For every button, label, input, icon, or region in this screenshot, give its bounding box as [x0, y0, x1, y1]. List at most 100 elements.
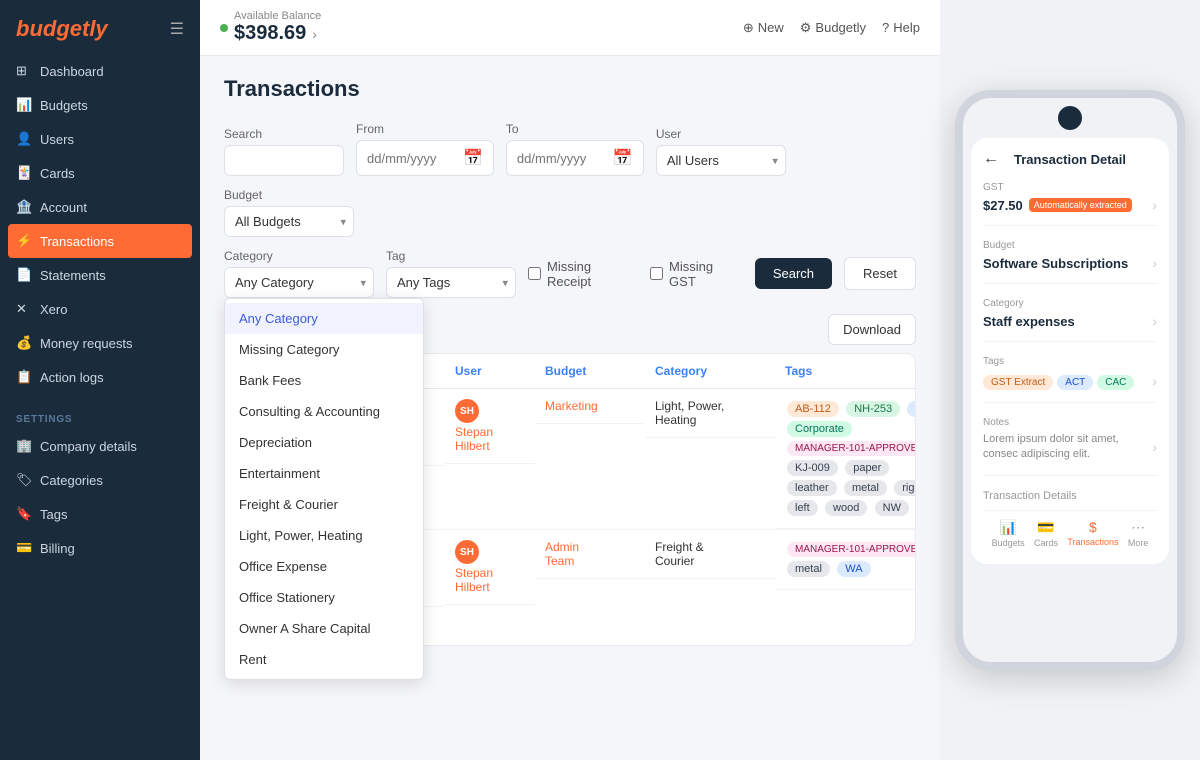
sidebar-item-tags[interactable]: 🔖 Tags — [0, 497, 200, 531]
help-button[interactable]: ? Help — [882, 20, 920, 35]
hamburger-icon[interactable]: ☰ — [170, 19, 184, 39]
topbar: Available Balance $398.69 › ⊕ New ⚙ Budg… — [200, 0, 940, 56]
phone-nav-budgets-icon: 📊 — [999, 519, 1016, 536]
phone-nav-budgets[interactable]: 📊 Budgets — [992, 519, 1025, 548]
phone-budget-field: Budget Software Subscriptions › — [983, 240, 1157, 284]
dropdown-item-missing[interactable]: Missing Category — [225, 334, 423, 365]
to-date-input[interactable] — [517, 151, 607, 166]
category-select[interactable]: Any Category — [224, 267, 374, 298]
filters-row-2: Category Any Category Any Category Missi… — [224, 249, 916, 298]
td-user-1: SH Stepan Hilbert — [445, 389, 535, 464]
phone-tag-gst-extract: GST Extract — [983, 375, 1053, 390]
tag-select[interactable]: Any Tags — [386, 267, 516, 298]
phone-notes-field: Notes Lorem ipsum dolor sit amet, consec… — [983, 417, 1157, 476]
phone-tag-act: ACT — [1057, 375, 1093, 390]
dropdown-item-office-stationery[interactable]: Office Stationery — [225, 582, 423, 613]
sidebar: budgetly ☰ ⊞ Dashboard 📊 Budgets 👤 Users… — [0, 0, 200, 760]
balance-section: Available Balance $398.69 › — [220, 10, 321, 45]
budget-label: Budget — [224, 188, 354, 202]
phone-budget-chevron[interactable]: › — [1152, 255, 1157, 271]
sidebar-item-budgets[interactable]: 📊 Budgets — [0, 88, 200, 122]
category-filter: Category Any Category Any Category Missi… — [224, 249, 374, 298]
dropdown-item-consulting[interactable]: Consulting & Accounting — [225, 396, 423, 427]
sidebar-settings-nav: 🏢 Company details 🏷 Categories 🔖 Tags 💳 … — [0, 429, 200, 565]
balance-status-dot — [220, 24, 228, 32]
missing-gst-checkbox[interactable] — [650, 267, 663, 280]
new-button[interactable]: ⊕ New — [743, 20, 784, 36]
budgetly-button[interactable]: ⚙ Budgetly — [800, 20, 866, 36]
dropdown-item-entertainment[interactable]: Entertainment — [225, 458, 423, 489]
action-logs-icon: 📋 — [16, 369, 32, 385]
phone-camera — [1058, 106, 1082, 130]
budget-select[interactable]: All Budgets — [224, 206, 354, 237]
from-label: From — [356, 122, 494, 136]
download-button[interactable]: Download — [828, 314, 916, 345]
phone-mockup: ← Transaction Detail GST $27.50 Automati… — [940, 0, 1200, 760]
sidebar-item-billing[interactable]: 💳 Billing — [0, 531, 200, 565]
budget-filter: Budget All Budgets — [224, 188, 354, 237]
sidebar-item-action-logs[interactable]: 📋 Action logs — [0, 360, 200, 394]
phone-nav-cards-icon: 💳 — [1037, 519, 1054, 536]
cards-icon: 🃏 — [16, 165, 32, 181]
search-input[interactable] — [224, 145, 344, 176]
dropdown-item-freight[interactable]: Freight & Courier — [225, 489, 423, 520]
page-title: Transactions — [224, 76, 916, 102]
phone-tags-chevron[interactable]: › — [1152, 373, 1157, 389]
phone-category-chevron[interactable]: › — [1152, 313, 1157, 329]
sidebar-nav: ⊞ Dashboard 📊 Budgets 👤 Users 🃏 Cards 🏦 … — [0, 54, 200, 394]
topbar-actions: ⊕ New ⚙ Budgetly ? Help — [743, 20, 920, 36]
category-label: Category — [224, 249, 374, 263]
sidebar-item-users[interactable]: 👤 Users — [0, 122, 200, 156]
phone-title: Transaction Detail — [1014, 152, 1126, 167]
dropdown-item-bank-fees[interactable]: Bank Fees — [225, 365, 423, 396]
phone-back-button[interactable]: ← — [983, 150, 999, 168]
td-budget-2: AdminTeam — [535, 530, 645, 579]
th-tags: Tags — [775, 354, 916, 388]
sidebar-item-xero[interactable]: ✕ Xero — [0, 292, 200, 326]
phone-notes-chevron[interactable]: › — [1152, 439, 1157, 455]
sidebar-item-statements[interactable]: 📄 Statements — [0, 258, 200, 292]
phone-nav-more[interactable]: ⋯ More — [1128, 519, 1149, 548]
user-filter: User All Users — [656, 127, 786, 176]
dropdown-item-light-power[interactable]: Light, Power, Heating — [225, 520, 423, 551]
transactions-icon: ⚡ — [16, 233, 32, 249]
dropdown-item-owner-share[interactable]: Owner A Share Capital — [225, 613, 423, 644]
dropdown-item-office-expense[interactable]: Office Expense — [225, 551, 423, 582]
missing-gst-label: Missing GST — [669, 259, 743, 289]
missing-receipt-checkbox[interactable] — [528, 267, 541, 280]
search-label: Search — [224, 127, 344, 141]
from-date-wrapper: 📅 — [356, 140, 494, 176]
reset-button[interactable]: Reset — [844, 257, 916, 290]
sidebar-item-money-requests[interactable]: 💰 Money requests — [0, 326, 200, 360]
from-date-input[interactable] — [367, 151, 457, 166]
sidebar-item-categories[interactable]: 🏷 Categories — [0, 463, 200, 497]
sidebar-item-dashboard[interactable]: ⊞ Dashboard — [0, 54, 200, 88]
sidebar-item-cards[interactable]: 🃏 Cards — [0, 156, 200, 190]
user-select[interactable]: All Users — [656, 145, 786, 176]
phone-gst-chevron[interactable]: › — [1152, 197, 1157, 213]
dashboard-icon: ⊞ — [16, 63, 32, 79]
dropdown-item-rent[interactable]: Rent — [225, 644, 423, 675]
missing-gst-filter: Missing GST — [650, 259, 743, 289]
categories-icon: 🏷 — [16, 472, 32, 488]
td-category-1: Light, Power,Heating — [645, 389, 775, 438]
xero-icon: ✕ — [16, 301, 32, 317]
calendar-icon: 📅 — [463, 148, 483, 168]
phone-nav-cards[interactable]: 💳 Cards — [1034, 519, 1058, 548]
sidebar-item-account[interactable]: 🏦 Account — [0, 190, 200, 224]
search-button[interactable]: Search — [755, 258, 832, 289]
missing-receipt-label: Missing Receipt — [547, 259, 638, 289]
phone-category-field: Category Staff expenses › — [983, 298, 1157, 342]
main-content: Available Balance $398.69 › ⊕ New ⚙ Budg… — [200, 0, 940, 760]
dropdown-item-depreciation[interactable]: Depreciation — [225, 427, 423, 458]
phone-nav-transactions[interactable]: $ Transactions — [1067, 519, 1118, 548]
sidebar-item-company-details[interactable]: 🏢 Company details — [0, 429, 200, 463]
dropdown-item-any[interactable]: Any Category — [225, 303, 423, 334]
statements-icon: 📄 — [16, 267, 32, 283]
billing-icon: 💳 — [16, 540, 32, 556]
budget-select-wrapper: All Budgets — [224, 206, 354, 237]
missing-receipt-filter: Missing Receipt — [528, 259, 638, 289]
balance-label: Available Balance — [234, 10, 321, 22]
content-area: Transactions Search From 📅 To 📅 — [200, 56, 940, 760]
sidebar-item-transactions[interactable]: ⚡ Transactions — [8, 224, 192, 258]
